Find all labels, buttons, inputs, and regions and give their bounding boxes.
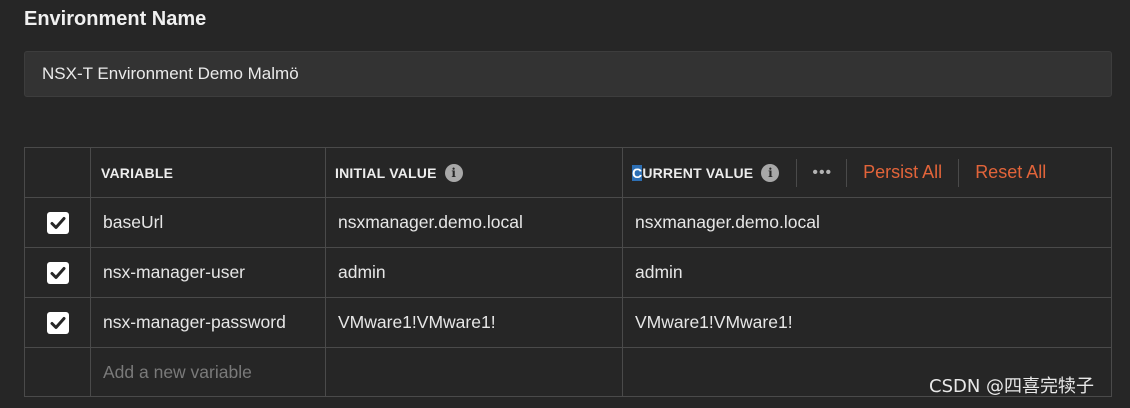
- header-current-value-label: CURRENT VALUE: [632, 164, 754, 181]
- variable-cell[interactable]: baseUrl: [91, 198, 326, 247]
- table-row: nsx-manager-user admin admin: [25, 248, 1111, 298]
- environment-name-label: Environment Name: [24, 8, 207, 30]
- checkmark-icon: [50, 216, 65, 229]
- variable-cell[interactable]: nsx-manager-password: [91, 298, 326, 347]
- current-value-cell[interactable]: VMware1!VMware1!: [623, 298, 1111, 347]
- reset-all-button[interactable]: Reset All: [975, 162, 1046, 183]
- header-current-value-rest: URRENT VALUE: [642, 164, 754, 181]
- current-value-cell[interactable]: nsxmanager.demo.local: [623, 198, 1111, 247]
- more-options-icon[interactable]: •••: [812, 164, 832, 182]
- table-row: baseUrl nsxmanager.demo.local nsxmanager…: [25, 198, 1111, 248]
- initial-value-cell[interactable]: VMware1!VMware1!: [326, 298, 623, 347]
- header-check-cell: [25, 148, 91, 197]
- row-check-cell: [25, 348, 91, 396]
- table-row: nsx-manager-password VMware1!VMware1! VM…: [25, 298, 1111, 348]
- header-initial-value-label: INITIAL VALUE: [335, 164, 437, 181]
- initial-value-cell[interactable]: nsxmanager.demo.local: [326, 198, 623, 247]
- initial-value-info-icon[interactable]: i: [444, 163, 463, 182]
- header-divider: [958, 158, 960, 187]
- watermark-text: CSDN @四喜完犊子: [929, 376, 1095, 397]
- persist-all-button[interactable]: Persist All: [863, 162, 942, 183]
- row-checkbox[interactable]: [46, 311, 69, 334]
- row-check-cell: [25, 248, 91, 297]
- text-selection-highlight: C: [632, 164, 643, 181]
- row-checkbox[interactable]: [46, 261, 69, 284]
- variables-table: VARIABLE INITIAL VALUE i CURRENT VALUE i…: [24, 147, 1112, 397]
- row-check-cell: [25, 298, 91, 347]
- header-variable: VARIABLE: [91, 148, 326, 197]
- add-variable-placeholder: Add a new variable: [103, 361, 252, 382]
- checkmark-icon: [50, 316, 65, 329]
- header-initial-value: INITIAL VALUE i: [326, 148, 623, 197]
- variable-cell[interactable]: nsx-manager-user: [91, 248, 326, 297]
- current-value-info-icon[interactable]: i: [761, 163, 780, 182]
- initial-value-cell[interactable]: admin: [326, 248, 623, 297]
- environment-name-input[interactable]: [24, 51, 1112, 97]
- row-checkbox[interactable]: [46, 211, 69, 234]
- add-variable-input[interactable]: Add a new variable: [91, 348, 326, 396]
- current-value-cell[interactable]: admin: [623, 248, 1111, 297]
- row-check-cell: [25, 198, 91, 247]
- header-divider: [796, 158, 798, 187]
- header-divider: [846, 158, 848, 187]
- table-header: VARIABLE INITIAL VALUE i CURRENT VALUE i…: [25, 148, 1111, 198]
- initial-value-cell[interactable]: [326, 348, 623, 396]
- checkmark-icon: [50, 266, 65, 279]
- header-current-value: CURRENT VALUE i ••• Persist All Reset Al…: [623, 148, 1111, 197]
- header-variable-label: VARIABLE: [101, 164, 174, 181]
